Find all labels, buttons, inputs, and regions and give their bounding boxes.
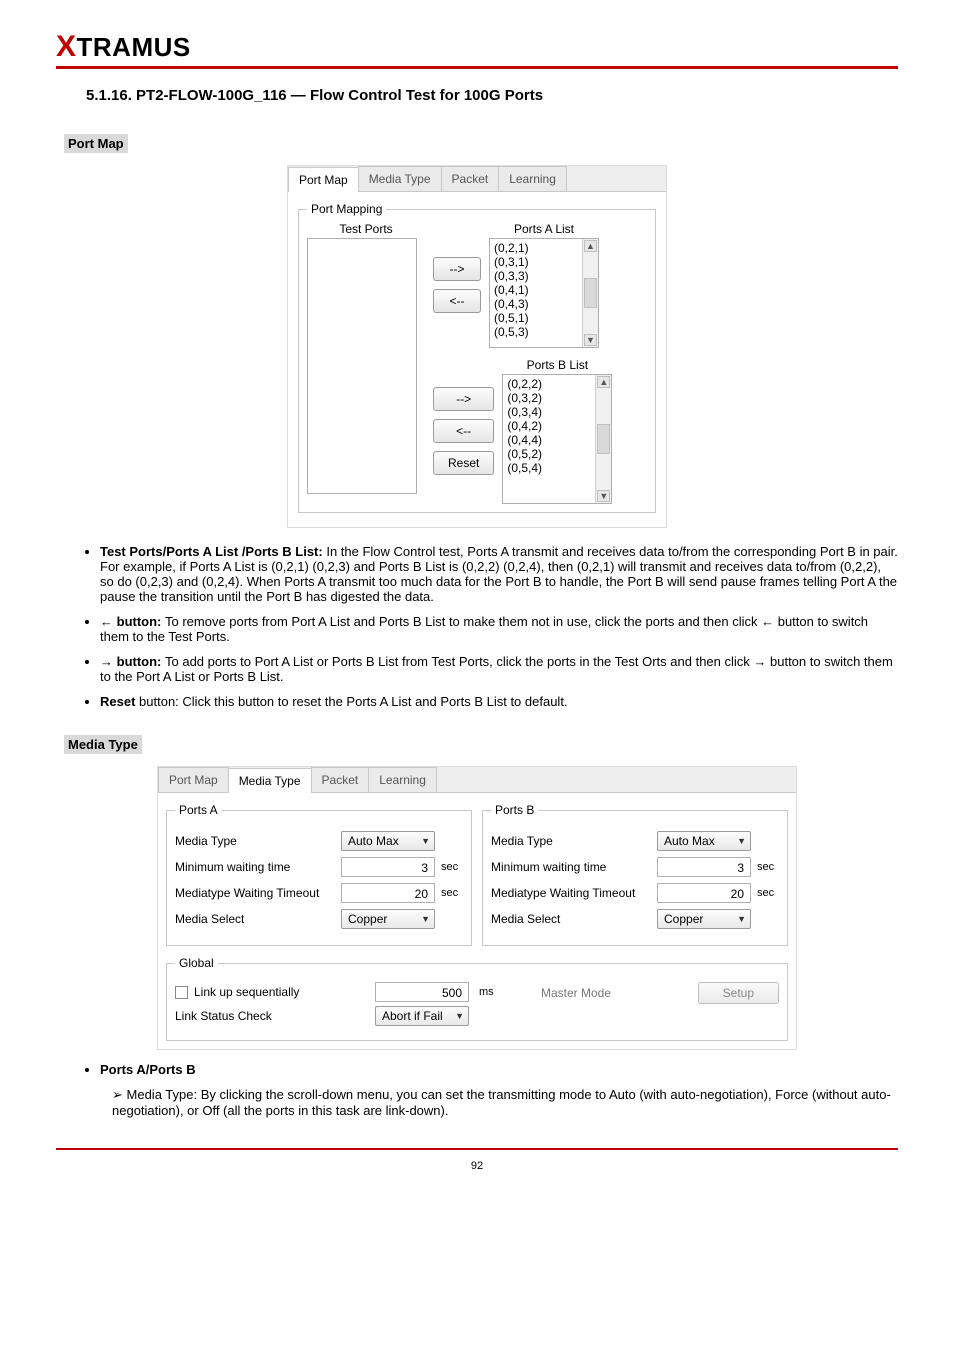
min-wait-input-b[interactable]: 3 [657,857,751,877]
list-item[interactable]: (0,2,2) [507,377,607,391]
list-item[interactable]: (0,4,1) [494,283,594,297]
brand-logo: XTRAMUS [56,30,898,64]
test-ports-listbox[interactable] [307,238,417,494]
portmap-desc-item: Reset button: Click this button to reset… [100,694,898,709]
mt-timeout-input-a[interactable]: 20 [341,883,435,903]
remove-from-b-button[interactable]: <-- [433,419,494,443]
chevron-down-icon: ▼ [421,836,430,846]
list-item[interactable]: (0,3,2) [507,391,607,405]
mediatype-desc-list: Ports A/Ports B [56,1062,898,1077]
reset-button[interactable]: Reset [433,451,494,475]
tab-mediatype[interactable]: Media Type [358,166,442,191]
link-seq-ms-input[interactable]: 500 [375,982,469,1002]
media-select-label: Media Select [175,912,335,926]
link-seq-label: Link up sequentially [194,985,299,999]
list-item[interactable]: (0,5,1) [494,311,594,325]
min-wait-label: Minimum waiting time [491,860,651,874]
list-item[interactable]: (0,5,3) [494,325,594,339]
portmap-desc-item: ← button: To remove ports from Port A Li… [100,614,898,644]
ports-b-fieldset: Ports B Media Type Auto Max▼ Minimum wai… [482,803,788,946]
mediatype-tabs: Port Map Media Type Packet Learning [158,767,796,793]
mediatype-heading: Media Type [64,735,142,754]
port-mapping-fieldset: Port Mapping Test Ports --> <-- [298,202,656,513]
link-seq-checkbox[interactable] [175,986,188,999]
tab-mediatype[interactable]: Media Type [228,768,312,793]
media-type-select-a[interactable]: Auto Max▼ [341,831,435,851]
list-item[interactable]: (0,4,2) [507,419,607,433]
portmap-desc-item: Test Ports/Ports A List /Ports B List: I… [100,544,898,604]
media-type-select-b[interactable]: Auto Max▼ [657,831,751,851]
tab-learning[interactable]: Learning [368,767,437,792]
media-select-b[interactable]: Copper▼ [657,909,751,929]
chevron-down-icon: ▼ [737,914,746,924]
media-type-label: Media Type [175,834,335,848]
mt-timeout-label: Mediatype Waiting Timeout [491,886,651,900]
media-select-a[interactable]: Copper▼ [341,909,435,929]
media-type-label: Media Type [491,834,651,848]
mt-timeout-label: Mediatype Waiting Timeout [175,886,335,900]
tab-packet[interactable]: Packet [441,166,500,191]
list-item[interactable]: (0,2,1) [494,241,594,255]
portmap-desc-list: Test Ports/Ports A List /Ports B List: I… [56,544,898,709]
mediatype-sub-item: Media Type: By clicking the scroll-down … [112,1087,898,1118]
list-item[interactable]: (0,3,3) [494,269,594,283]
divider-bottom [56,1148,898,1150]
list-item[interactable]: (0,4,4) [507,433,607,447]
media-select-label: Media Select [491,912,651,926]
list-item[interactable]: (0,5,4) [507,461,607,475]
remove-from-a-button[interactable]: <-- [433,289,481,313]
master-mode-label: Master Mode [541,986,611,1000]
ports-a-title: Ports A List [489,222,599,236]
global-fieldset: Global Link up sequentially 500 ms [166,956,788,1041]
tab-portmap[interactable]: Port Map [288,167,359,192]
list-item[interactable]: (0,3,1) [494,255,594,269]
portmap-heading: Port Map [64,134,128,153]
add-to-a-button[interactable]: --> [433,257,481,281]
list-item[interactable]: (0,5,2) [507,447,607,461]
master-mode-setup-button[interactable]: Setup [698,982,779,1004]
tab-portmap[interactable]: Port Map [158,767,229,792]
list-item[interactable]: (0,3,4) [507,405,607,419]
ports-b-title: Ports B List [502,358,612,372]
test-ports-title: Test Ports [307,222,425,236]
mediatype-card: Port Map Media Type Packet Learning Port… [157,766,797,1050]
ports-b-listbox[interactable]: (0,2,2) (0,3,2) (0,3,4) (0,4,2) (0,4,4) … [502,374,612,504]
min-wait-label: Minimum waiting time [175,860,335,874]
chevron-down-icon: ▼ [737,836,746,846]
add-to-b-button[interactable]: --> [433,387,494,411]
chevron-down-icon: ▼ [455,1011,464,1021]
tab-packet[interactable]: Packet [311,767,370,792]
page-title: 5.1.16. PT2-FLOW-100G_116 — Flow Control… [86,87,898,104]
divider-top [56,66,898,69]
link-status-select[interactable]: Abort if Fail▼ [375,1006,469,1026]
mediatype-sub-list: Media Type: By clicking the scroll-down … [56,1087,898,1118]
ports-a-fieldset: Ports A Media Type Auto Max▼ Minimum wai… [166,803,472,946]
tab-learning[interactable]: Learning [498,166,567,191]
list-item[interactable]: (0,4,3) [494,297,594,311]
portmap-tabs: Port Map Media Type Packet Learning [288,166,666,192]
mediatype-desc-item: Ports A/Ports B [100,1062,898,1077]
mt-timeout-input-b[interactable]: 20 [657,883,751,903]
min-wait-input-a[interactable]: 3 [341,857,435,877]
page-number: 92 [56,1160,898,1172]
port-mapping-legend: Port Mapping [307,202,386,216]
link-status-label: Link Status Check [175,1009,272,1023]
ports-a-listbox[interactable]: (0,2,1) (0,3,1) (0,3,3) (0,4,1) (0,4,3) … [489,238,599,348]
portmap-card: Port Map Media Type Packet Learning Port… [287,165,667,528]
chevron-down-icon: ▼ [421,914,430,924]
portmap-desc-item: → button: To add ports to Port A List or… [100,654,898,684]
